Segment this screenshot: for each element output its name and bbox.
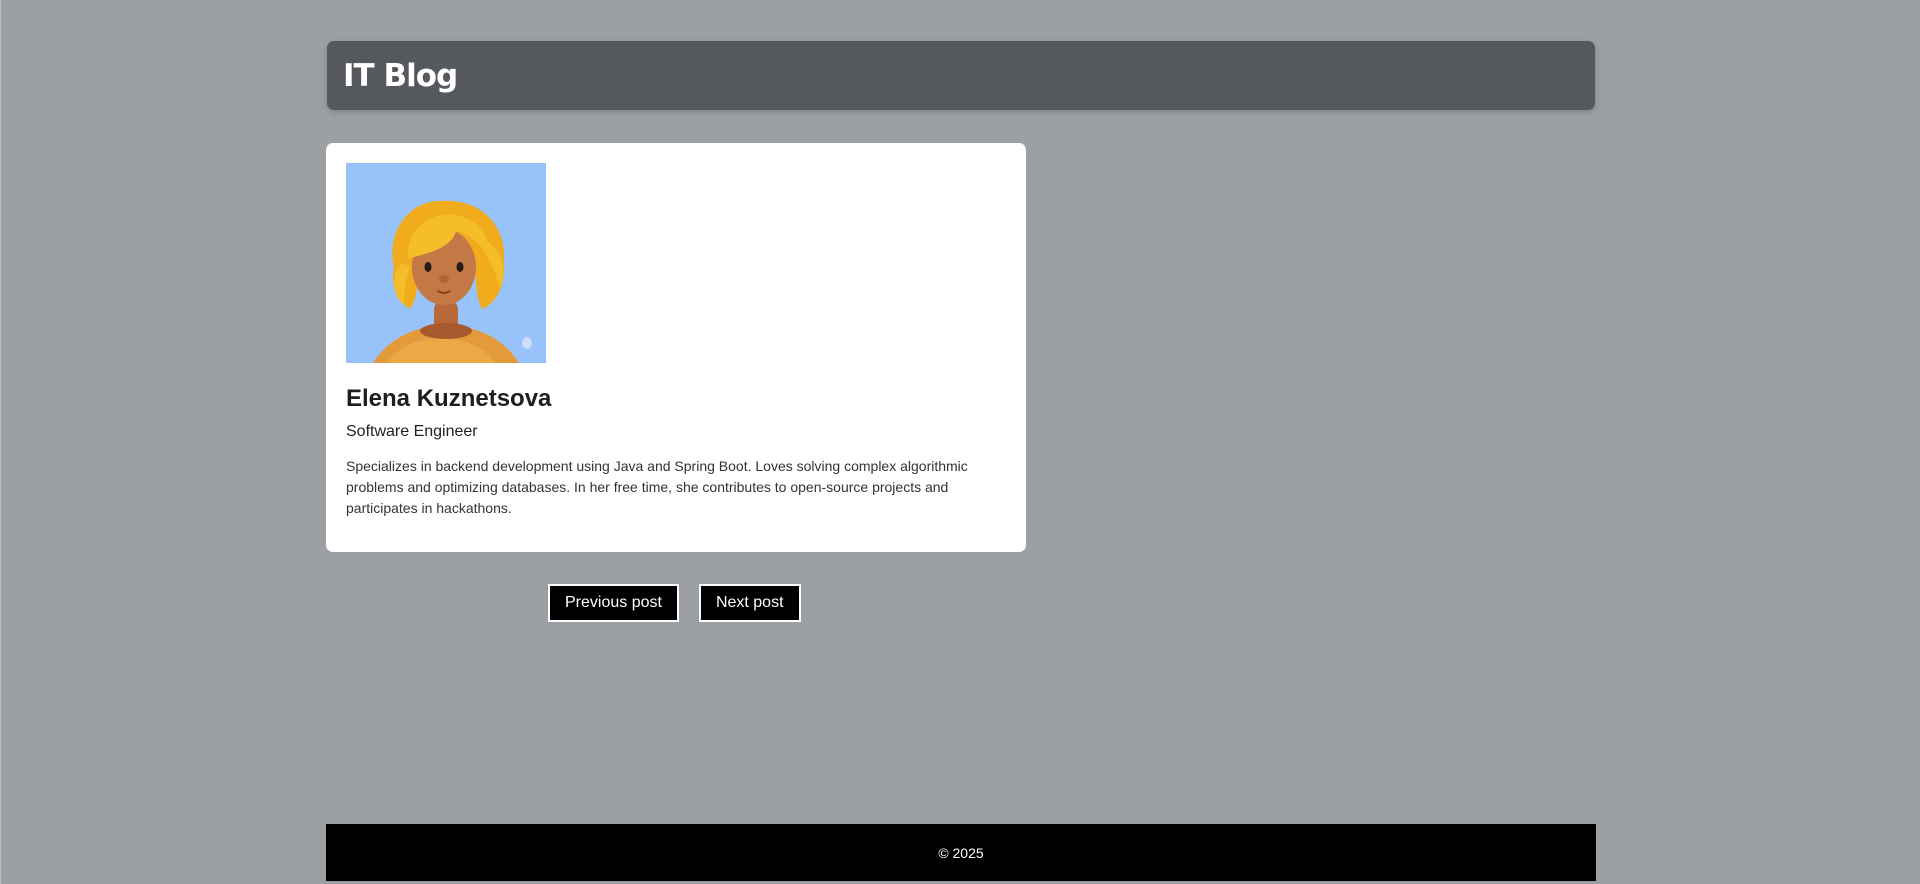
avatar-illustration-icon xyxy=(346,163,546,363)
author-bio: Specializes in backend development using… xyxy=(346,458,968,516)
copyright-text: © 2025 xyxy=(938,844,984,861)
author-avatar xyxy=(346,163,546,363)
author-name: Elena Kuznetsova xyxy=(346,385,552,412)
author-profile-card: Elena Kuznetsova Software Engineer Speci… xyxy=(326,143,1026,552)
author-role: Software Engineer xyxy=(346,423,478,440)
site-title[interactable]: IT Blog xyxy=(343,58,458,94)
previous-post-button[interactable]: Previous post xyxy=(548,584,679,622)
site-header: IT Blog xyxy=(327,41,1595,110)
next-post-button[interactable]: Next post xyxy=(698,584,801,622)
site-footer: © 2025 xyxy=(326,824,1596,881)
post-pagination: Previous post Next post xyxy=(548,584,801,622)
